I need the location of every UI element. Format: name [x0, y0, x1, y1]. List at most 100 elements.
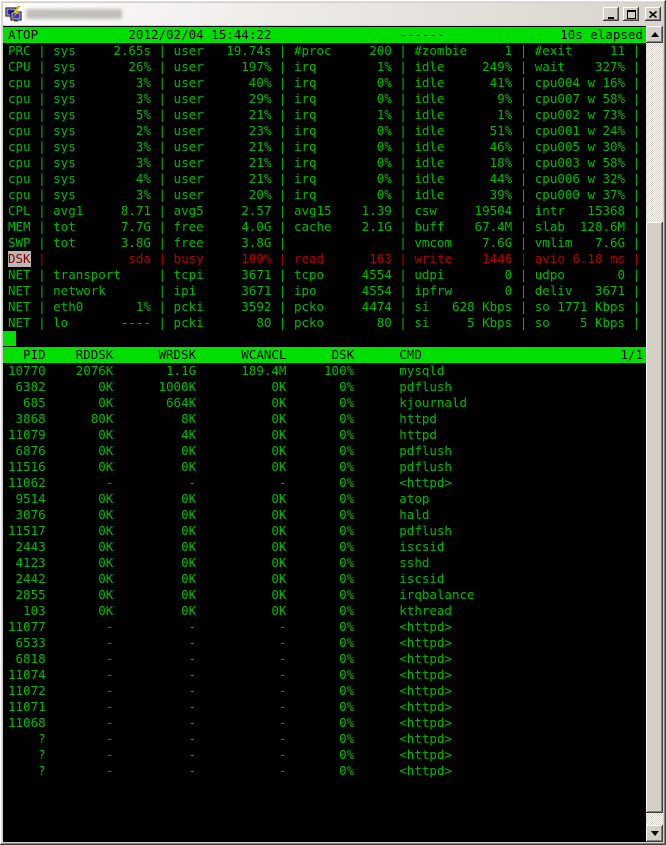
metric-cell: cpu004 w16%	[535, 75, 625, 91]
metric-cell: so5 Kbps	[535, 315, 625, 331]
minimize-button[interactable]	[603, 7, 619, 21]
field-separator: |	[512, 155, 535, 170]
line-terminator: |	[625, 59, 640, 74]
process-pid: ?	[8, 731, 46, 747]
metric-value: 0%	[377, 171, 392, 187]
process-dsk: 0%	[286, 491, 354, 507]
process-dsk: 0%	[286, 507, 354, 523]
metric-value: 0%	[377, 187, 392, 203]
metric-cell: irq0%	[294, 171, 392, 187]
metric-key: avg15	[294, 203, 332, 219]
metric-key: #exit	[535, 43, 573, 59]
scrollbar-up-button[interactable]	[646, 26, 663, 43]
metric-key: idle	[414, 187, 444, 203]
line-label: cpu	[8, 187, 31, 203]
metric-key: sys	[53, 75, 76, 91]
process-cmd: <httpd>	[399, 715, 452, 731]
field-separator: |	[512, 203, 535, 218]
metric-key: deliv	[535, 283, 573, 299]
metric-value: 0	[618, 267, 626, 283]
column-header-dsk: DSK	[286, 347, 354, 363]
metric-value: 3%	[136, 75, 151, 91]
field-separator: |	[271, 123, 294, 138]
process-pid: 11517	[8, 523, 46, 539]
metric-value: 21%	[249, 171, 272, 187]
scrollbar-thumb[interactable]	[646, 222, 663, 813]
process-rddsk: 80K	[46, 411, 114, 427]
metric-key: lo	[53, 315, 68, 331]
metric-value: 21%	[249, 139, 272, 155]
metric-cell: si628 Kbps	[414, 299, 512, 315]
field-separator: |	[392, 123, 415, 138]
process-dsk: 0%	[286, 763, 354, 779]
metric-key: cpu001 w	[535, 123, 595, 139]
metric-value: 3%	[136, 91, 151, 107]
metric-cell: pcko80	[294, 315, 392, 331]
process-pid: 11079	[8, 427, 46, 443]
field-separator: |	[512, 235, 535, 250]
process-row: 68760K0K0K0%pdflush	[8, 443, 646, 459]
metric-value: ----	[121, 315, 151, 331]
field-separator: |	[151, 75, 174, 90]
metric-key: free	[174, 219, 204, 235]
metric-value: 80	[256, 315, 271, 331]
metric-cell: idle249%	[414, 59, 512, 75]
metric-key: user	[174, 43, 204, 59]
metric-cell: user197%	[174, 59, 272, 75]
process-dsk: 0%	[286, 443, 354, 459]
process-row: 24420K0K0K0%iscsid	[8, 571, 646, 587]
process-rddsk: 0K	[46, 603, 114, 619]
metric-key: write	[414, 251, 452, 267]
metric-cell: user40%	[174, 75, 272, 91]
line-terminator: |	[625, 171, 640, 186]
metric-key: free	[174, 235, 204, 251]
process-cmd: <httpd>	[399, 731, 452, 747]
field-separator: |	[392, 139, 415, 154]
metric-cell: sys3%	[53, 139, 151, 155]
metric-value: 73%	[602, 107, 625, 123]
metric-cell: ipi3671	[174, 283, 272, 299]
terminal-screen[interactable]: ATOP2012/02/04 15:44:22------10s elapsed…	[3, 26, 646, 842]
process-rddsk: -	[46, 747, 114, 763]
process-row: 386880K8K0K0%httpd	[8, 411, 646, 427]
metric-cell: irq0%	[294, 139, 392, 155]
field-separator: |	[151, 203, 174, 218]
process-wrdsk: -	[113, 747, 196, 763]
scrollbar-down-button[interactable]	[646, 825, 663, 842]
metric-value: 4.0G	[241, 219, 271, 235]
process-cmd: <httpd>	[399, 747, 452, 763]
process-rddsk: 0K	[46, 491, 114, 507]
metric-cell: idle1%	[414, 107, 512, 123]
metric-cell: si5 Kbps	[414, 315, 512, 331]
field-separator: |	[151, 219, 174, 234]
vertical-scrollbar[interactable]	[646, 26, 663, 842]
metric-key: user	[174, 187, 204, 203]
field-separator: |	[31, 251, 54, 266]
cursor-line	[8, 331, 646, 347]
process-wcancl: 0K	[196, 379, 286, 395]
metric-cell: read163	[294, 251, 392, 267]
metric-cell: idle44%	[414, 171, 512, 187]
window-titlebar[interactable]	[3, 3, 663, 25]
metric-key: buff	[414, 219, 444, 235]
metric-key: sys	[53, 123, 76, 139]
system-line-cpu: cpu | sys3% | user21% | irq0% | idle46% …	[8, 139, 646, 155]
process-wcancl: 0K	[196, 523, 286, 539]
metric-cell: udpo0	[535, 267, 625, 283]
process-wcancl: 0K	[196, 603, 286, 619]
field-separator: |	[512, 75, 535, 90]
metric-key: sys	[53, 187, 76, 203]
field-separator: |	[512, 267, 535, 282]
process-pid: 3076	[8, 507, 46, 523]
system-line-cpu: cpu | sys5% | user21% | irq1% | idle1% |…	[8, 107, 646, 123]
metric-cell: irq0%	[294, 123, 392, 139]
metric-cell: wait327%	[535, 59, 625, 75]
metric-cell: pcki80	[174, 315, 272, 331]
process-pid: 685	[8, 395, 46, 411]
close-button[interactable]	[645, 7, 661, 21]
arrow-down-icon	[651, 831, 659, 840]
metric-cell: sys4%	[53, 171, 151, 187]
maximize-button[interactable]	[623, 7, 639, 21]
process-rddsk: 0K	[46, 555, 114, 571]
metric-key: idle	[414, 75, 444, 91]
